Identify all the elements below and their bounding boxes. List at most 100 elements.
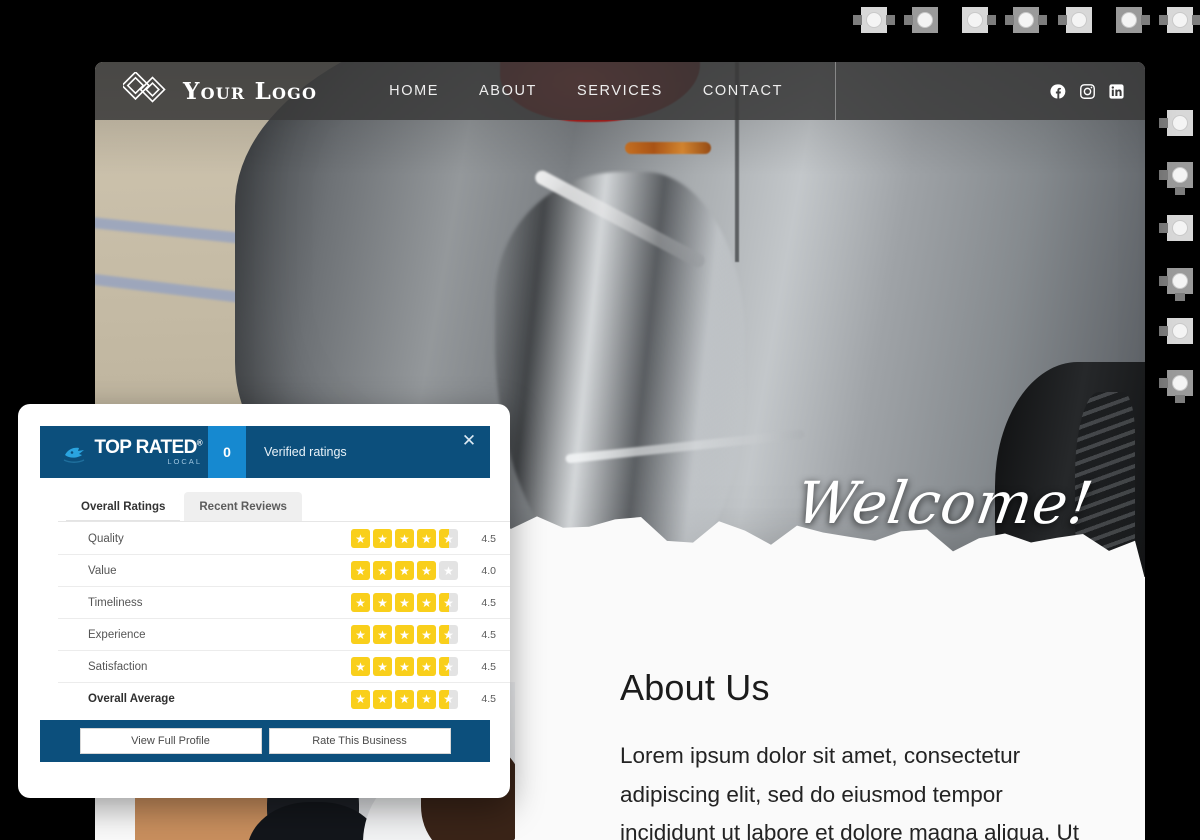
pin-marker-icon bbox=[1159, 268, 1193, 301]
pin-marker-icon bbox=[1058, 7, 1092, 33]
site-logo-text: Your Logo bbox=[183, 77, 318, 105]
pin-marker-icon bbox=[1159, 162, 1193, 195]
pin-marker-icon bbox=[1159, 110, 1193, 136]
star-icon: ★ bbox=[373, 593, 392, 612]
star-icon: ★ bbox=[417, 529, 436, 548]
pin-marker-icon bbox=[1159, 370, 1193, 403]
linkedin-icon[interactable] bbox=[1108, 83, 1125, 100]
about-title: About Us bbox=[620, 667, 770, 708]
star-icon: ★ bbox=[373, 657, 392, 676]
pin-marker-icon bbox=[1116, 7, 1150, 33]
facebook-icon[interactable] bbox=[1050, 83, 1067, 100]
star-icon: ★ bbox=[351, 657, 370, 676]
widget-footer: View Full Profile Rate This Business bbox=[40, 720, 490, 762]
rating-value: 4.0 bbox=[481, 564, 496, 577]
star-icon: ★ bbox=[351, 561, 370, 580]
about-body-text: Lorem ipsum dolor sit amet, consectetur … bbox=[620, 743, 1080, 840]
pin-marker-icon bbox=[853, 7, 895, 33]
star-icon: ★ bbox=[439, 657, 458, 676]
site-navbar: Your Logo HOME ABOUT SERVICES CONTACT bbox=[95, 62, 1145, 120]
star-icon: ★ bbox=[395, 529, 414, 548]
view-full-profile-button[interactable]: View Full Profile bbox=[79, 728, 262, 754]
site-brand[interactable]: Your Logo bbox=[120, 70, 318, 111]
star-rating: ★ ★ ★ ★ ★ bbox=[351, 593, 458, 612]
pin-marker-icon bbox=[1159, 318, 1193, 344]
nav-divider bbox=[835, 62, 836, 120]
about-copy: About Us Lorem ipsum dolor sit amet, con… bbox=[620, 667, 1090, 840]
rating-label: Quality bbox=[88, 532, 124, 545]
verified-ratings-label: Verified ratings bbox=[264, 445, 347, 459]
widget-tab-recent-reviews[interactable]: Recent Reviews bbox=[184, 492, 302, 521]
rating-value: 4.5 bbox=[481, 693, 496, 705]
rating-label: Value bbox=[88, 564, 117, 577]
nav-link-contact[interactable]: CONTACT bbox=[703, 83, 783, 99]
star-icon: ★ bbox=[351, 625, 370, 644]
verified-ratings-count: 0 bbox=[208, 426, 246, 478]
widget-tabs: Overall Ratings Recent Reviews bbox=[66, 492, 302, 521]
star-icon: ★ bbox=[417, 657, 436, 676]
star-rating: ★ ★ ★ ★ ★ bbox=[351, 529, 458, 548]
star-icon: ★ bbox=[351, 529, 370, 548]
social-links bbox=[1050, 83, 1125, 100]
pin-marker-icon bbox=[962, 7, 996, 33]
star-icon: ★ bbox=[417, 625, 436, 644]
welcome-script-text: Welcome! bbox=[791, 469, 1099, 537]
nav-link-about[interactable]: ABOUT bbox=[479, 83, 537, 99]
widget-header: TOP RATED® LOCAL 0 Verified ratings ✕ bbox=[40, 426, 490, 478]
rating-value: 4.5 bbox=[481, 596, 496, 609]
widget-tab-overall-ratings[interactable]: Overall Ratings bbox=[66, 492, 181, 521]
star-rating: ★ ★ ★ ★ ★ bbox=[351, 625, 458, 644]
rating-row: Satisfaction ★ ★ ★ ★ ★ 4.5 bbox=[58, 651, 510, 683]
nav-link-home[interactable]: HOME bbox=[389, 83, 439, 99]
rating-row: Experience ★ ★ ★ ★ ★ 4.5 bbox=[58, 619, 510, 651]
star-icon: ★ bbox=[439, 593, 458, 612]
rating-label: Overall Average bbox=[88, 693, 175, 705]
rating-row: Overall Average ★ ★ ★ ★ ★ 4.5 bbox=[58, 683, 510, 715]
star-icon: ★ bbox=[373, 561, 392, 580]
top-rated-local-widget: TOP RATED® LOCAL 0 Verified ratings ✕ Ov… bbox=[18, 404, 510, 798]
double-diamond-logo-icon bbox=[120, 70, 169, 111]
close-icon[interactable]: ✕ bbox=[448, 426, 490, 478]
rating-label: Experience bbox=[88, 628, 146, 641]
site-nav-links: HOME ABOUT SERVICES CONTACT bbox=[389, 83, 783, 99]
bird-flag-icon bbox=[63, 446, 89, 466]
star-icon: ★ bbox=[395, 657, 414, 676]
star-icon: ★ bbox=[417, 689, 436, 709]
star-icon: ★ bbox=[395, 625, 414, 644]
star-rating: ★ ★ ★ ★ ★ bbox=[351, 657, 458, 676]
star-icon: ★ bbox=[373, 529, 392, 548]
instagram-icon[interactable] bbox=[1079, 83, 1096, 100]
pin-marker-icon bbox=[1159, 7, 1200, 33]
star-icon: ★ bbox=[417, 561, 436, 580]
rating-label: Satisfaction bbox=[88, 660, 148, 673]
widget-brand-main: TOP RATED bbox=[94, 437, 197, 459]
nav-link-services[interactable]: SERVICES bbox=[577, 83, 663, 99]
rate-this-business-button[interactable]: Rate This Business bbox=[268, 728, 451, 754]
widget-brand-sub: LOCAL bbox=[167, 457, 202, 467]
star-icon: ★ bbox=[439, 529, 458, 548]
star-icon: ★ bbox=[439, 561, 458, 580]
star-icon: ★ bbox=[439, 625, 458, 644]
pin-marker-icon bbox=[904, 7, 938, 33]
rating-row: Timeliness ★ ★ ★ ★ ★ 4.5 bbox=[58, 587, 510, 619]
star-icon: ★ bbox=[395, 593, 414, 612]
pin-marker-icon bbox=[1159, 215, 1193, 241]
rating-label: Timeliness bbox=[88, 596, 143, 609]
screenshot-stage: Welcome! Your Logo HOME ABOUT SERVICES C… bbox=[0, 0, 1200, 840]
star-icon: ★ bbox=[417, 593, 436, 612]
star-icon: ★ bbox=[395, 689, 414, 709]
star-icon: ★ bbox=[351, 593, 370, 612]
widget-tab-underline bbox=[58, 521, 510, 522]
rating-value: 4.5 bbox=[481, 628, 496, 641]
rating-row: Value ★ ★ ★ ★ ★ 4.0 bbox=[58, 555, 510, 587]
pin-marker-icon bbox=[1005, 7, 1047, 33]
ratings-table: Quality ★ ★ ★ ★ ★ 4.5 Value ★ ★ ★ ★ ★ 4.0 Timeliness ★ ★… bbox=[58, 523, 510, 715]
star-rating: ★ ★ ★ ★ ★ bbox=[351, 561, 458, 580]
star-rating: ★ ★ ★ ★ ★ bbox=[351, 689, 458, 709]
widget-brand: TOP RATED® LOCAL bbox=[40, 426, 208, 478]
rating-row: Quality ★ ★ ★ ★ ★ 4.5 bbox=[58, 523, 510, 555]
star-icon: ★ bbox=[373, 689, 392, 709]
star-icon: ★ bbox=[395, 561, 414, 580]
rating-value: 4.5 bbox=[481, 532, 496, 545]
rating-value: 4.5 bbox=[481, 660, 496, 673]
